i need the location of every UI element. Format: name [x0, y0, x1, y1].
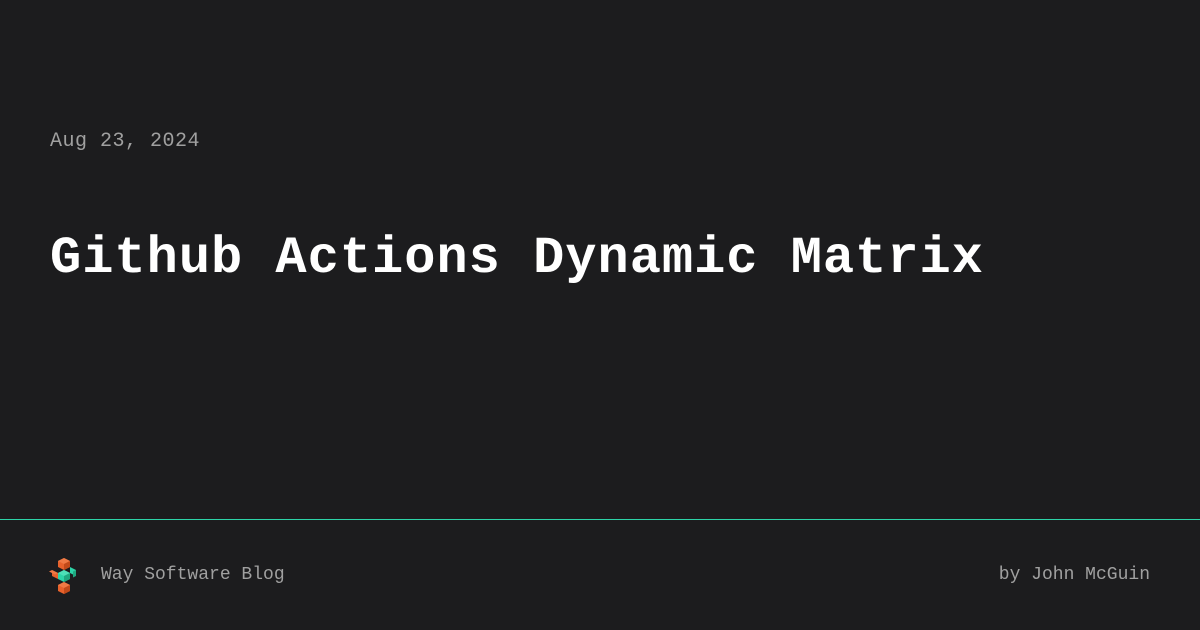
post-date: Aug 23, 2024 — [50, 130, 1150, 153]
author-byline: by John McGuin — [999, 565, 1150, 585]
footer-left: Way Software Blog — [45, 556, 285, 594]
footer: Way Software Blog by John McGuin — [0, 520, 1200, 630]
post-title: Github Actions Dynamic Matrix — [50, 228, 1150, 290]
blog-name: Way Software Blog — [101, 565, 285, 585]
author-name: John McGuin — [1031, 565, 1150, 585]
cactus-logo-icon — [45, 556, 83, 594]
main-content: Aug 23, 2024 Github Actions Dynamic Matr… — [0, 0, 1200, 519]
author-prefix: by — [999, 565, 1031, 585]
